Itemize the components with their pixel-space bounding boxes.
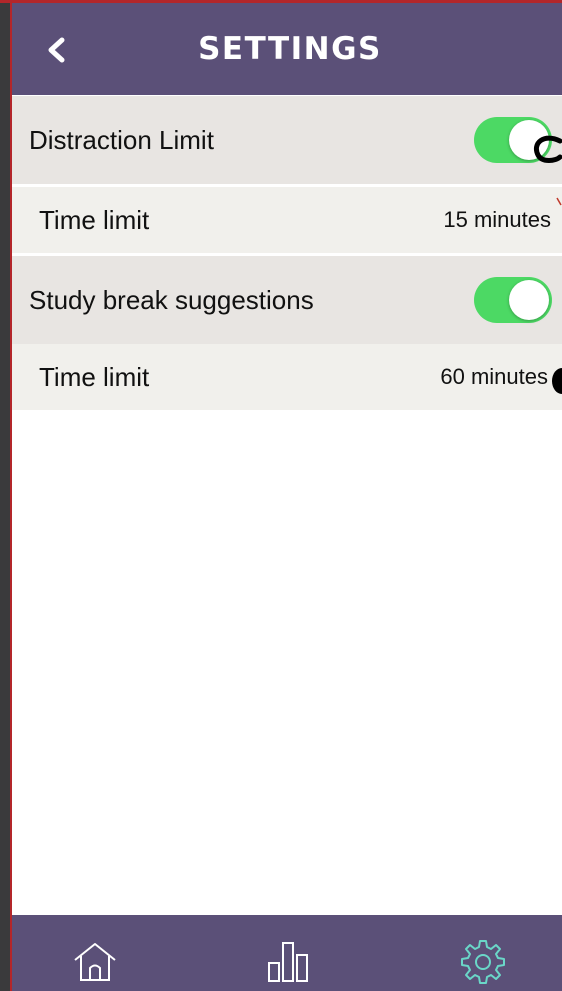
sub-label: Time limit (39, 361, 150, 392)
distraction-limit-toggle[interactable] (474, 117, 552, 163)
bottom-tab-bar (12, 915, 562, 991)
setting-subrow-time-limit[interactable]: Time limit 15 minutes (12, 187, 562, 253)
bar-chart-icon (268, 942, 308, 982)
time-limit-value: 60 minutes (440, 364, 548, 389)
tab-settings[interactable] (455, 933, 511, 989)
home-icon (74, 943, 116, 981)
tab-home[interactable] (67, 933, 123, 989)
sub-label: Time limit (39, 204, 150, 235)
header-bar: SETTINGS (12, 3, 562, 95)
tab-stats[interactable] (260, 933, 316, 989)
app-frame: SETTINGS Distraction Limit Time limit 15… (0, 0, 562, 991)
setting-row-distraction-limit: Distraction Limit (12, 96, 562, 184)
setting-subrow-time-limit[interactable]: Time limit 60 minutes (12, 344, 562, 410)
toggle-knob (509, 120, 549, 160)
toggle-knob (509, 280, 549, 320)
study-break-toggle[interactable] (474, 277, 552, 323)
time-limit-value: 15 minutes (443, 207, 551, 232)
setting-label: Study break suggestions (29, 284, 314, 315)
setting-label: Distraction Limit (29, 124, 214, 155)
phone-screen: SETTINGS Distraction Limit Time limit 15… (12, 3, 562, 991)
page-title: SETTINGS (198, 31, 382, 67)
gear-icon (461, 940, 505, 984)
setting-row-study-break: Study break suggestions (12, 256, 562, 344)
